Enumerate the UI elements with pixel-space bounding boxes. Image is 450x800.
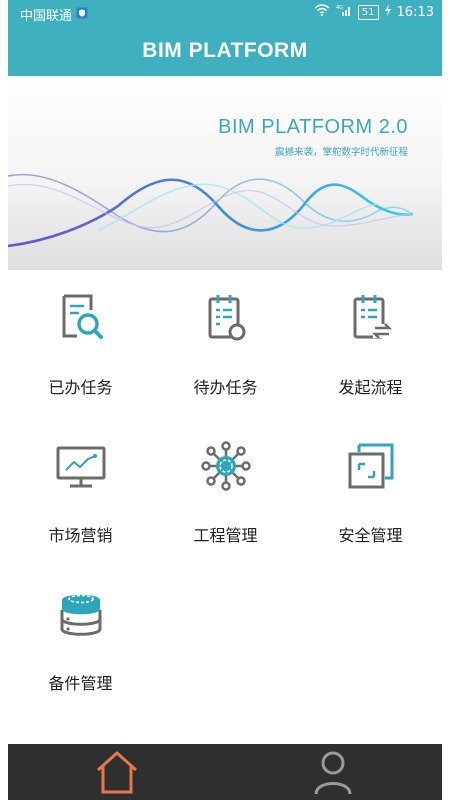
- shield-icon: [76, 7, 88, 23]
- menu-item-label: 安全管理: [338, 526, 403, 545]
- menu-item-label: 工程管理: [193, 526, 258, 545]
- database-icon: [55, 588, 107, 640]
- page-title: BIM PLATFORM: [142, 39, 308, 62]
- wave-graphic: [8, 173, 414, 248]
- status-indicators: 4G 51 16:13: [314, 4, 434, 20]
- menu-item-label: 发起流程: [338, 378, 403, 397]
- status-bar: 中国联通 4G 51 16:13: [8, 0, 442, 26]
- menu-item-label: 已办任务: [48, 378, 113, 397]
- status-time: 16:13: [396, 4, 434, 20]
- banner-subtitle: 震撼来袭，掌舵数字时代新征程: [274, 147, 408, 158]
- home-icon: [92, 751, 142, 800]
- carrier-info: 中国联通: [20, 5, 88, 24]
- tab-home[interactable]: [92, 748, 142, 796]
- user-icon: [308, 751, 358, 800]
- app-screen: 中国联通 4G 51 16:13 BIM PLATFORM BIM PLATFO…: [8, 0, 442, 800]
- tab-profile[interactable]: [308, 748, 358, 796]
- carrier-name: 中国联通: [20, 9, 73, 24]
- wifi-icon: [314, 4, 330, 20]
- layered-squares-icon: [345, 440, 397, 492]
- menu-item-start-process[interactable]: 发起流程: [298, 270, 442, 418]
- menu-item-label: 待办任务: [193, 378, 258, 397]
- app-header: BIM PLATFORM: [8, 26, 442, 76]
- process-exchange-icon: [345, 292, 397, 344]
- menu-item-label: 备件管理: [48, 674, 113, 693]
- menu-item-safety[interactable]: 安全管理: [298, 418, 442, 566]
- monitor-chart-icon: [55, 440, 107, 492]
- menu-item-spare-parts[interactable]: 备件管理: [8, 566, 153, 714]
- pending-checklist-icon: [200, 292, 252, 344]
- menu-item-pending-tasks[interactable]: 待办任务: [153, 270, 298, 418]
- banner-image[interactable]: BIM PLATFORM 2.0 震撼来袭，掌舵数字时代新征程: [8, 76, 442, 270]
- signal-icon: 4G: [336, 4, 352, 20]
- menu-item-marketing[interactable]: 市场营销: [8, 418, 153, 566]
- bottom-tab-bar: [8, 744, 442, 800]
- search-document-icon: [55, 292, 107, 344]
- network-hub-icon: [200, 440, 252, 492]
- banner-title: BIM PLATFORM 2.0: [218, 116, 408, 138]
- menu-item-engineering[interactable]: 工程管理: [153, 418, 298, 566]
- menu-item-completed-tasks[interactable]: 已办任务: [8, 270, 153, 418]
- battery-indicator: 51: [357, 4, 379, 20]
- menu-item-label: 市场营销: [48, 526, 113, 545]
- charging-icon: [384, 4, 391, 20]
- svg-text:4G: 4G: [336, 5, 343, 11]
